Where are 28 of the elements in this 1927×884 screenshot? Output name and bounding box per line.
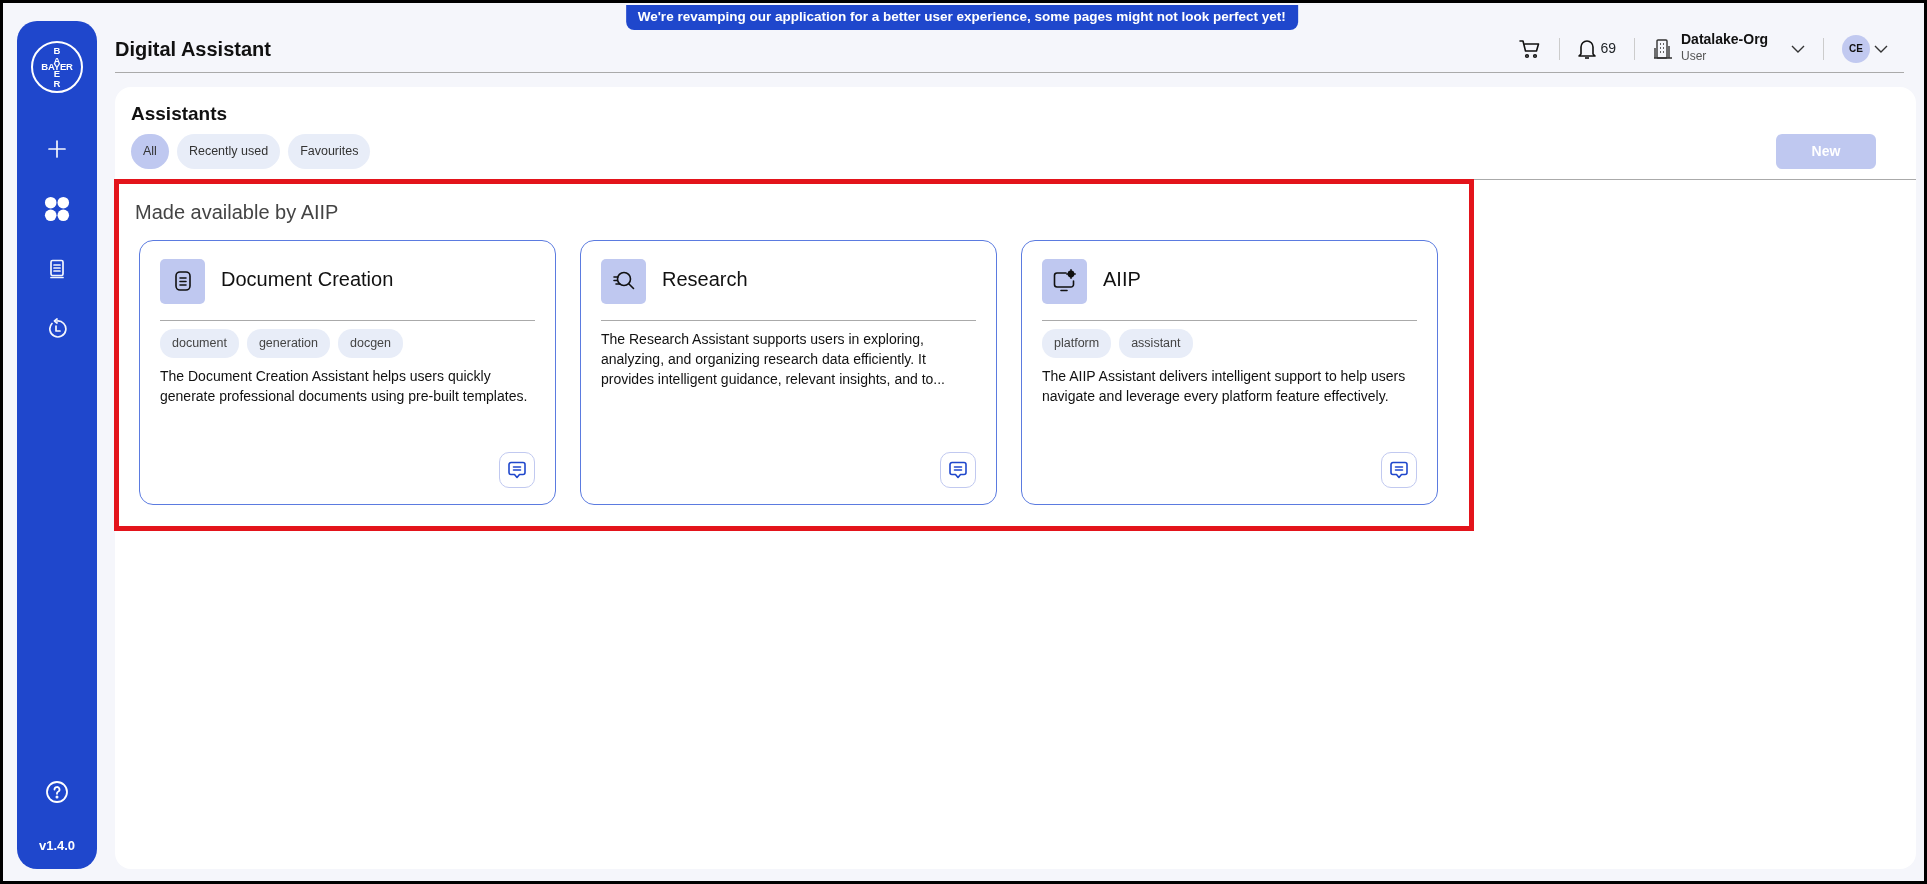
assistant-description: The AIIP Assistant delivers intelligent support to help users navigate and leverage every platform feature effectively. bbox=[1042, 366, 1407, 406]
assistant-card[interactable]: Research The Research Assistant supports users in exploring, analyzing, and organizing research data efficiently. It provides intelligent guidance, relevant insights, and to... bbox=[580, 239, 997, 505]
section-heading: Made available by AIIP bbox=[135, 199, 340, 224]
assistant-title: Document Creation bbox=[221, 266, 394, 291]
tag-chip: generation bbox=[246, 328, 330, 358]
tag-chip: assistant bbox=[1119, 328, 1193, 358]
version-label: v1.4.0 bbox=[38, 836, 76, 855]
notifications-button[interactable]: 69 bbox=[1578, 37, 1616, 60]
page-title: Digital Assistant bbox=[115, 36, 271, 61]
logo-text: ER bbox=[53, 69, 61, 88]
panel-title: Assistants bbox=[131, 103, 229, 126]
logo-text: BA bbox=[53, 46, 61, 65]
announcement-banner: We're revamping our application for a better user experience, some pages might not look perfect yet! bbox=[625, 5, 1298, 31]
organization-name: Datalake-Org bbox=[1681, 31, 1770, 48]
assistant-description: The Document Creation Assistant helps users quickly generate professional documents using pre-built templates. bbox=[160, 366, 529, 406]
assistant-description: The Research Assistant supports users in exploring, analyzing, and organizing research data efficiently. It provides intelligent guidance, relevant insights, and to... bbox=[601, 329, 946, 390]
filter-tab[interactable]: All bbox=[131, 133, 169, 169]
tag-chip: platform bbox=[1042, 328, 1112, 358]
tag-chip: document bbox=[160, 328, 239, 358]
filter-tab[interactable]: Favourites bbox=[288, 133, 371, 169]
assistant-title: AIIP bbox=[1103, 266, 1141, 291]
tag-chip: docgen bbox=[338, 328, 403, 358]
assistant-card[interactable]: Document Creation document generation docgen The Document Creation Assistant helps users quickly generate professional documents using pre-built templates. bbox=[139, 239, 556, 505]
assistant-card[interactable]: AIIP platform assistant The AIIP Assistant delivers intelligent support to help users navigate and leverage every platform feature effectively. bbox=[1021, 239, 1438, 505]
user-avatar[interactable]: CE bbox=[1842, 34, 1870, 63]
assistant-title: Research bbox=[662, 266, 748, 291]
user-role: User bbox=[1681, 48, 1708, 66]
filter-tab[interactable]: Recently used bbox=[176, 133, 281, 169]
